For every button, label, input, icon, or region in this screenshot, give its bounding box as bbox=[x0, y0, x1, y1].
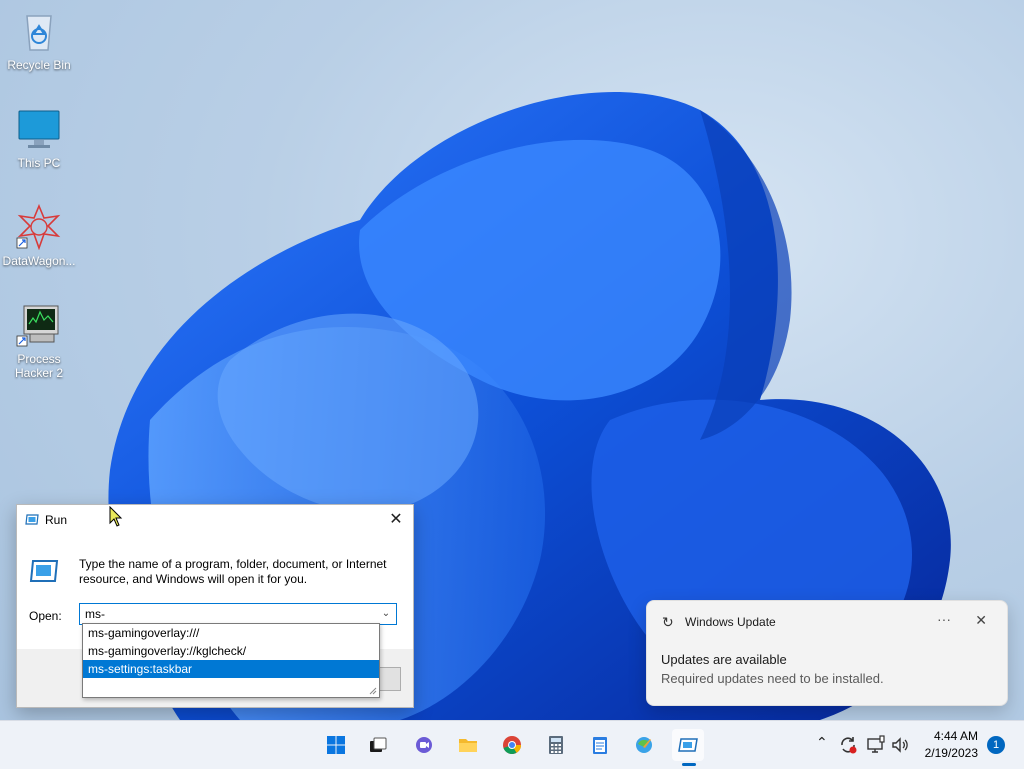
run-icon bbox=[29, 560, 59, 582]
chrome-button[interactable] bbox=[496, 729, 528, 761]
clock-time: 4:44 AM bbox=[933, 729, 978, 743]
toast-heading: Updates are available bbox=[661, 652, 787, 667]
volume-icon[interactable] bbox=[890, 735, 910, 758]
more-options-button[interactable]: ··· bbox=[937, 611, 951, 627]
sync-icon[interactable] bbox=[838, 735, 858, 758]
resize-grip-icon[interactable] bbox=[368, 686, 377, 695]
notification-badge[interactable]: 1 bbox=[987, 736, 1005, 754]
run-icon bbox=[678, 738, 698, 752]
file-explorer-button[interactable] bbox=[452, 729, 484, 761]
run-icon bbox=[25, 514, 39, 525]
refresh-icon: ↻ bbox=[662, 614, 674, 630]
run-description: Type the name of a program, folder, docu… bbox=[79, 557, 387, 586]
windows-update-toast[interactable]: ↻ Windows Update ··· ✕ Updates are avail… bbox=[646, 600, 1008, 706]
clock-date: 2/19/2023 bbox=[924, 746, 978, 760]
clock[interactable]: 4:44 AM 2/19/2023 bbox=[925, 728, 978, 762]
taskbar: ⌃ 4:44 AM 2/19/2023 1 bbox=[0, 720, 1024, 769]
windows-logo-icon bbox=[327, 736, 345, 754]
chevron-down-icon[interactable]: ⌄ bbox=[379, 607, 393, 621]
open-input[interactable]: ms- ⌄ bbox=[79, 603, 397, 625]
autocomplete-item-selected[interactable]: ms-settings:taskbar bbox=[83, 660, 379, 678]
run-titlebar[interactable]: Run ✕ bbox=[17, 505, 413, 535]
paint-icon bbox=[636, 737, 652, 753]
process-hacker-icon bbox=[16, 302, 62, 348]
run-taskbar-button[interactable] bbox=[672, 729, 704, 761]
autocomplete-item[interactable]: ms-gamingoverlay://kglcheck/ bbox=[83, 642, 379, 660]
mouse-cursor-icon bbox=[109, 506, 123, 527]
close-button[interactable]: ✕ bbox=[385, 509, 407, 531]
toast-app-name: Windows Update bbox=[685, 615, 776, 629]
toast-body: Required updates need to be installed. bbox=[661, 671, 884, 686]
desktop-icon-datawagon[interactable]: DataWagon... bbox=[0, 203, 78, 268]
datawagon-icon bbox=[16, 203, 62, 251]
autocomplete-list: ms-gamingoverlay:/// ms-gamingoverlay://… bbox=[82, 623, 380, 698]
network-icon[interactable] bbox=[866, 735, 886, 758]
task-view-icon bbox=[370, 737, 387, 752]
start-button[interactable] bbox=[320, 729, 352, 761]
folder-icon bbox=[459, 739, 477, 752]
active-app-indicator bbox=[682, 763, 696, 766]
monitor-icon bbox=[16, 106, 62, 152]
chevron-up-icon[interactable]: ⌃ bbox=[816, 734, 828, 751]
run-title: Run bbox=[45, 513, 68, 527]
open-label: Open: bbox=[29, 609, 62, 623]
teams-chat-button[interactable] bbox=[408, 729, 440, 761]
calculator-button[interactable] bbox=[540, 729, 572, 761]
notepad-icon bbox=[593, 737, 607, 754]
desktop-icon-recycle-bin[interactable]: Recycle Bin bbox=[0, 8, 78, 72]
calculator-icon bbox=[549, 736, 563, 754]
desktop-icon-label: This PC bbox=[17, 156, 61, 170]
autocomplete-item[interactable]: ms-gamingoverlay:/// bbox=[83, 624, 379, 642]
desktop-icon-label: DataWagon... bbox=[2, 254, 76, 268]
desktop-icon-process-hacker[interactable]: Process Hacker 2 bbox=[0, 302, 78, 380]
chat-icon bbox=[416, 737, 432, 753]
task-view-button[interactable] bbox=[362, 729, 394, 761]
desktop-icon-this-pc[interactable]: This PC bbox=[0, 106, 78, 170]
desktop-icon-label: Recycle Bin bbox=[7, 58, 71, 72]
recycle-bin-icon bbox=[16, 8, 62, 54]
toast-close-button[interactable]: ✕ bbox=[975, 612, 987, 629]
chrome-icon bbox=[503, 736, 521, 755]
paint-button[interactable] bbox=[628, 729, 660, 761]
open-input-value: ms- bbox=[85, 607, 105, 621]
notepad-button[interactable] bbox=[584, 729, 616, 761]
desktop-icon-label: Process Hacker 2 bbox=[14, 352, 64, 380]
